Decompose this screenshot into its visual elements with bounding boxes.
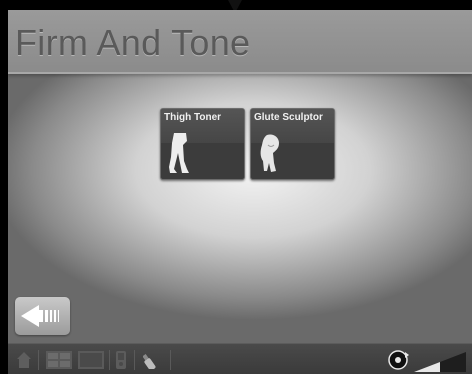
screen-icon[interactable] bbox=[78, 351, 104, 369]
bottom-toolbar bbox=[8, 343, 472, 374]
page-title: Firm And Tone bbox=[15, 22, 251, 63]
device-icon[interactable] bbox=[116, 351, 126, 369]
glute-figure-icon bbox=[260, 134, 279, 172]
back-button[interactable] bbox=[15, 297, 70, 335]
page-header: Firm And Tone bbox=[8, 10, 472, 74]
volume-icon[interactable] bbox=[414, 352, 466, 372]
media-icon[interactable] bbox=[388, 350, 410, 370]
bottle-icon[interactable] bbox=[143, 351, 161, 369]
workout-tile-label: Glute Sculptor bbox=[254, 112, 323, 123]
back-arrow-icon bbox=[21, 305, 59, 327]
grid-view-icon[interactable] bbox=[46, 351, 72, 369]
home-icon[interactable] bbox=[16, 351, 32, 369]
app-window: Firm And Tone Thigh Toner Glute Sculptor bbox=[8, 10, 472, 374]
workout-tile-label: Thigh Toner bbox=[164, 112, 222, 123]
workout-tile-thigh-toner[interactable]: Thigh Toner bbox=[160, 108, 245, 180]
workout-tile-glute-sculptor[interactable]: Glute Sculptor bbox=[250, 108, 335, 180]
legs-figure-icon bbox=[169, 133, 189, 173]
